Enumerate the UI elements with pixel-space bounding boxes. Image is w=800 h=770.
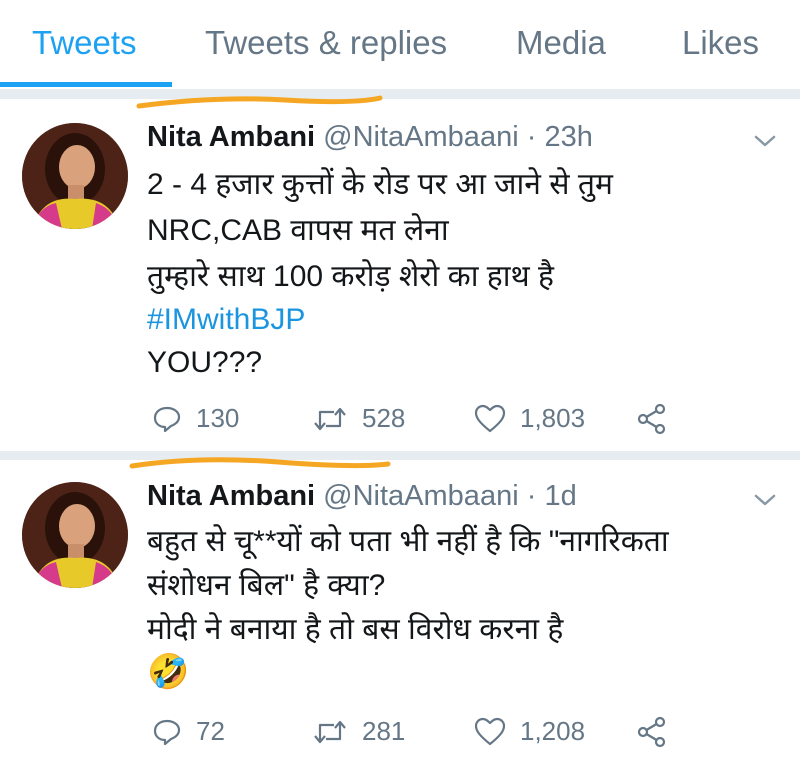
tweet-header: Nita Ambani @NitaAmbaani · 1d (147, 480, 577, 513)
tweet-text-line: YOU??? (147, 346, 263, 379)
timestamp[interactable]: 23h (544, 121, 592, 153)
display-name[interactable]: Nita Ambani (147, 121, 315, 153)
like-button[interactable]: 1,803 (474, 403, 585, 434)
reply-icon (153, 406, 181, 432)
user-handle[interactable]: @NitaAmbaani (323, 121, 518, 153)
active-tab-indicator (0, 82, 172, 87)
reply-count: 72 (196, 716, 225, 746)
chevron-down-icon[interactable] (752, 131, 778, 151)
tweet-header: Nita Ambani @NitaAmbaani · 23h (147, 121, 593, 154)
tweet-item[interactable]: Nita Ambani @NitaAmbaani · 1d बहुत से चू… (0, 460, 800, 770)
timestamp[interactable]: 1d (544, 480, 576, 512)
retweet-count: 528 (362, 403, 406, 433)
like-count: 1,803 (520, 403, 586, 433)
laughing-emoji: 🤣 (147, 653, 190, 691)
tab-tweets[interactable]: Tweets (32, 24, 137, 62)
tab-tweets-and-replies[interactable]: Tweets & replies (205, 24, 447, 62)
share-button[interactable] (636, 403, 682, 435)
heart-icon (474, 404, 506, 432)
hashtag-link[interactable]: #IMwithBJP (147, 300, 305, 340)
profile-tabs: Tweets Tweets & replies Media Likes (0, 0, 800, 90)
tweet-item[interactable]: Nita Ambani @NitaAmbaani · 23h 2 - 4 हजा… (0, 99, 800, 451)
section-divider (0, 90, 800, 99)
tweet-text-line: संशोधन बिल" है क्या? (147, 569, 386, 602)
tweet-text-line: तुम्हारे साथ 100 करोड़ शेरो का हाथ है (147, 260, 554, 293)
share-icon (637, 716, 666, 748)
share-button[interactable] (636, 716, 682, 748)
retweet-icon (314, 407, 346, 430)
avatar[interactable] (22, 123, 128, 229)
reply-icon (153, 719, 181, 745)
reply-count: 130 (196, 403, 240, 433)
section-divider (0, 451, 800, 460)
retweet-button[interactable]: 528 (312, 403, 405, 434)
tweet-text-line: बहुत से चू**यों को पता भी नहीं है कि "ना… (147, 525, 669, 558)
user-handle[interactable]: @NitaAmbaani (323, 480, 518, 512)
like-button[interactable]: 1,208 (474, 716, 585, 747)
retweet-button[interactable]: 281 (312, 716, 405, 747)
reply-button[interactable]: 130 (152, 403, 239, 434)
reply-button[interactable]: 72 (152, 716, 225, 747)
heart-icon (474, 717, 506, 745)
tweet-text-line: मोदी ने बनाया है तो बस विरोध करना है (147, 613, 564, 646)
separator-dot: · (526, 121, 537, 153)
like-count: 1,208 (520, 716, 586, 746)
display-name[interactable]: Nita Ambani (147, 480, 315, 512)
share-icon (637, 403, 666, 435)
chevron-down-icon[interactable] (752, 490, 778, 510)
tab-media[interactable]: Media (516, 24, 606, 62)
tweet-text-line: 2 - 4 हजार कुत्तों के रोड पर आ जाने से त… (147, 168, 613, 201)
retweet-icon (314, 720, 346, 743)
tweet-text-line: NRC,CAB वापस मत लेना (147, 214, 449, 247)
tab-likes[interactable]: Likes (682, 24, 759, 62)
separator-dot: · (526, 480, 537, 512)
retweet-count: 281 (362, 716, 406, 746)
avatar[interactable] (22, 482, 128, 588)
